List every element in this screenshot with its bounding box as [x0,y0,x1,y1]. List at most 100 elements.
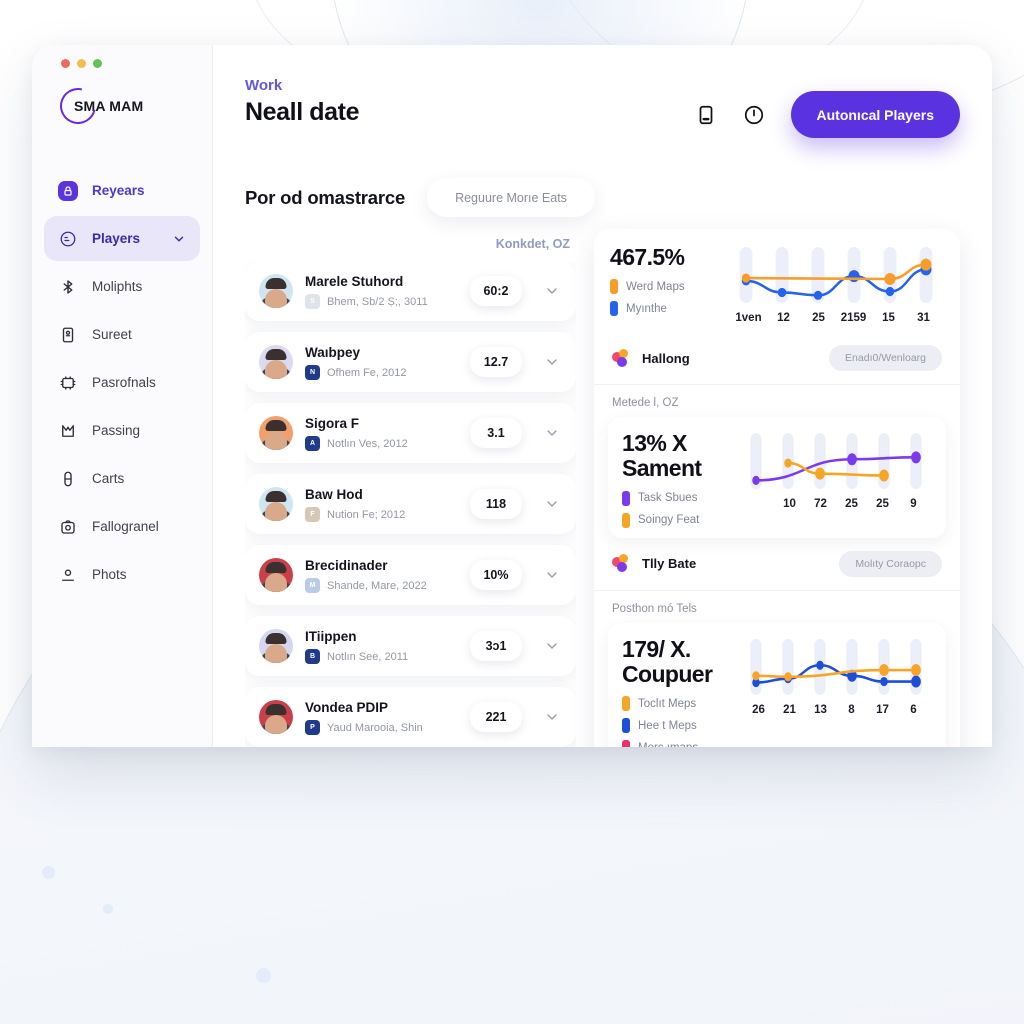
sidebar-item-players[interactable]: Players [44,216,200,261]
player-name: Waıbpey [305,345,361,360]
camera-icon [58,517,78,537]
table-row[interactable]: Marele Stuhord S Bhem, Sb/2 Ṣ;, 3011 60:2 [245,261,576,321]
section-bar: Por od omastrarce Reguure Morıe Eats [213,138,992,217]
arc-circle-logo-icon [53,81,103,131]
chart-x-tick: 72 [814,498,827,510]
player-meta: Nution Fe; 2012 [327,508,406,521]
lock-badge-icon [58,180,78,201]
legend-swatch-icon [622,490,630,506]
chevron-down-icon[interactable] [544,638,560,654]
page-header: Work Neall date Autonıcal Players [213,45,992,138]
table-row[interactable]: Waıbpey N Ofhem Fe, 2012 12.7 [245,332,576,392]
legend-item: Myınthe [610,301,714,317]
table-row[interactable]: Sigora F A Notlın Ves, 2012 3.1 [245,403,576,463]
sidebar-item-sureet[interactable]: Sureet [44,312,200,357]
chevron-down-icon[interactable] [544,425,560,441]
chevron-down-icon[interactable] [544,354,560,370]
team-badge-icon: P [305,720,320,735]
player-meta: Yaud Marooia, Shin [327,721,423,734]
reguure-morie-eats-chip[interactable]: Reguure Morıe Eats [427,178,595,217]
player-info: Vondea PDIP P Yaud Marooia, Shin [305,699,458,735]
table-row[interactable]: ITiippen B Notlın See, 2011 3ɔ1 [245,616,576,676]
legend-label: Myınthe [626,302,667,315]
team-badge-icon: B [305,649,320,664]
avatar [259,629,293,663]
minimize-window-button[interactable] [77,59,86,68]
player-name: Sigora F [305,416,360,431]
sidebar-item-phots[interactable]: Phots [44,552,200,597]
crown-icon [58,421,78,441]
chart-x-tick: 25 [812,312,825,324]
table-row[interactable]: Brecidinader M Shande, Mare, 2022 10% [245,545,576,605]
sidebar-item-label: Fallogranel [92,519,159,534]
team-badge-icon: F [305,507,320,522]
sidebar-nav: Reyears Players Moliphts Sureet Pasrofna… [44,168,200,597]
player-value: 60:2 [470,276,522,306]
table-row[interactable]: Vondea PDIP P Yaud Marooia, Shin 221 [245,687,576,747]
clock-icon[interactable] [743,104,765,126]
card-footer-name: Hallong [642,350,690,366]
player-value: 118 [470,489,522,519]
sidebar-item-moliphts[interactable]: Moliphts [44,264,200,309]
tablet-icon[interactable] [695,104,717,126]
chevron-down-icon[interactable] [544,567,560,583]
chart: 10 72 25 25 9 [740,431,932,510]
chevron-down-icon[interactable] [172,232,186,246]
sidebar-item-reyears[interactable]: Reyears [44,168,200,213]
main-content: Work Neall date Autonıcal Players Por od… [213,45,992,747]
card-footer-badge[interactable]: Molıty Coraopc [839,550,942,577]
chart-x-tick: 1ven [735,312,762,324]
legend-label: Toclıt Meps [638,697,697,710]
stat-value: 179/ X. Coupuer [622,635,713,687]
chart-x-tick: 13 [814,703,827,716]
chart-legend: Task Sbues Soingy Feat [622,490,726,528]
sidebar-item-passing[interactable]: Passing [44,408,200,453]
table-row[interactable]: Baw Hod F Nution Fe; 2012 118 [245,474,576,534]
player-info: Sigora F A Notlın Ves, 2012 [305,415,458,451]
capsule-icon [58,469,78,489]
legend-item: Toclıt Meps [622,696,726,712]
player-list-column: Konkdet, OZ Marele Stuhord S Bhem, Sb/2 Ṣ;… [245,229,576,747]
sidebar-item-carts[interactable]: Carts [44,456,200,501]
person-icon [58,565,78,585]
sidebar-item-label: Pasrofnals [92,375,156,390]
team-badge-icon: S [305,294,320,309]
card-footer-badge[interactable]: Enadı0/Wenloarg [829,345,942,371]
legend-label: Morc ımaps [638,742,698,747]
avatar [259,345,293,379]
player-info: Marele Stuhord S Bhem, Sb/2 Ṣ;, 3011 [305,273,458,309]
chart-x-tick: 26 [752,703,765,716]
player-value: 3.1 [470,418,522,448]
legend-swatch-icon [622,696,630,712]
legend-item: Task Sbues [622,490,726,506]
content-area: Konkdet, OZ Marele Stuhord S Bhem, Sb/2 Ṣ;… [213,217,992,747]
player-value: 3ɔ1 [470,631,522,661]
brand-logo[interactable]: SMA MAM [44,68,200,131]
close-window-button[interactable] [61,59,70,68]
chart-x-tick: 6 [910,703,917,716]
stat-summary: 179/ X. Coupuer Toclıt Meps Hee t Meps Morc… [622,635,726,747]
chevron-down-icon[interactable] [544,283,560,299]
legend-swatch-icon [610,279,618,295]
brand-glyph-icon [612,348,631,368]
autonical-players-button[interactable]: Autonıcal Players [790,91,960,138]
chart-legend: Werd Maps Myınthe [610,279,714,317]
chevron-down-icon[interactable] [544,496,560,512]
maximize-window-button[interactable] [93,59,102,68]
sidebar-item-label: Carts [92,471,125,486]
legend-item: Soingy Feat [622,512,726,528]
player-info: Brecidinader M Shande, Mare, 2022 [305,557,458,593]
chart-legend: Toclıt Meps Hee t Meps Morc ımaps [622,696,726,747]
avatar [259,558,293,592]
sidebar-item-label: Sureet [92,327,132,342]
sidebar-item-label: Reyears [92,183,145,198]
chevron-down-icon[interactable] [544,709,560,725]
smiley-circle-icon [58,229,78,249]
app-window: SMA MAM Reyears Players Moliphts Sureet … [32,45,992,747]
sidebar-item-fallogranel[interactable]: Fallogranel [44,504,200,549]
section-title: Por od omastrarce [245,186,406,208]
player-meta: Bhem, Sb/2 Ṣ;, 3011 [327,295,428,308]
stat-summary: 467.5% Werd Maps Myınthe [610,244,714,317]
sidebar-item-pasrofnals[interactable]: Pasrofnals [44,360,200,405]
sidebar-item-label: Players [92,231,141,246]
